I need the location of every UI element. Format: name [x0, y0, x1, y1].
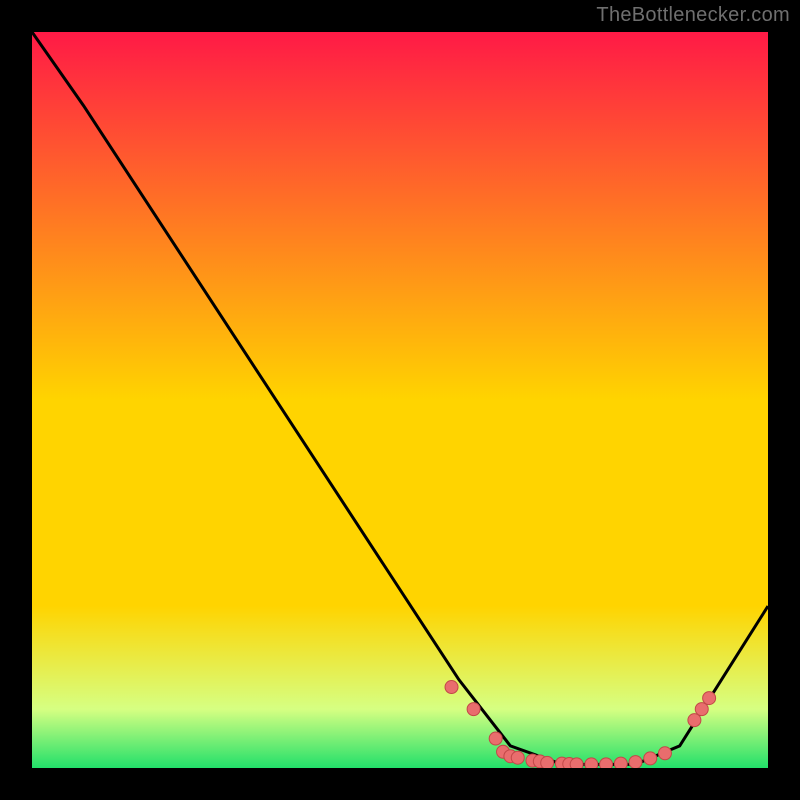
curve-marker: [600, 758, 613, 768]
curve-marker: [467, 703, 480, 716]
curve-marker: [703, 692, 716, 705]
curve-marker: [629, 756, 642, 768]
attribution-label: TheBottlenecker.com: [596, 4, 790, 27]
curve-marker: [695, 703, 708, 716]
curve-marker: [489, 732, 502, 745]
curve-marker: [511, 751, 524, 764]
curve-marker: [585, 758, 598, 768]
chart-container: TheBottlenecker.com: [0, 0, 800, 800]
chart-svg: [32, 32, 768, 768]
plot-area: [32, 32, 768, 768]
curve-marker: [614, 757, 627, 768]
curve-marker: [688, 714, 701, 727]
curve-marker: [658, 747, 671, 760]
curve-marker: [644, 752, 657, 765]
curve-marker: [445, 681, 458, 694]
gradient-background: [32, 32, 768, 768]
curve-marker: [541, 756, 554, 768]
curve-marker: [570, 758, 583, 768]
